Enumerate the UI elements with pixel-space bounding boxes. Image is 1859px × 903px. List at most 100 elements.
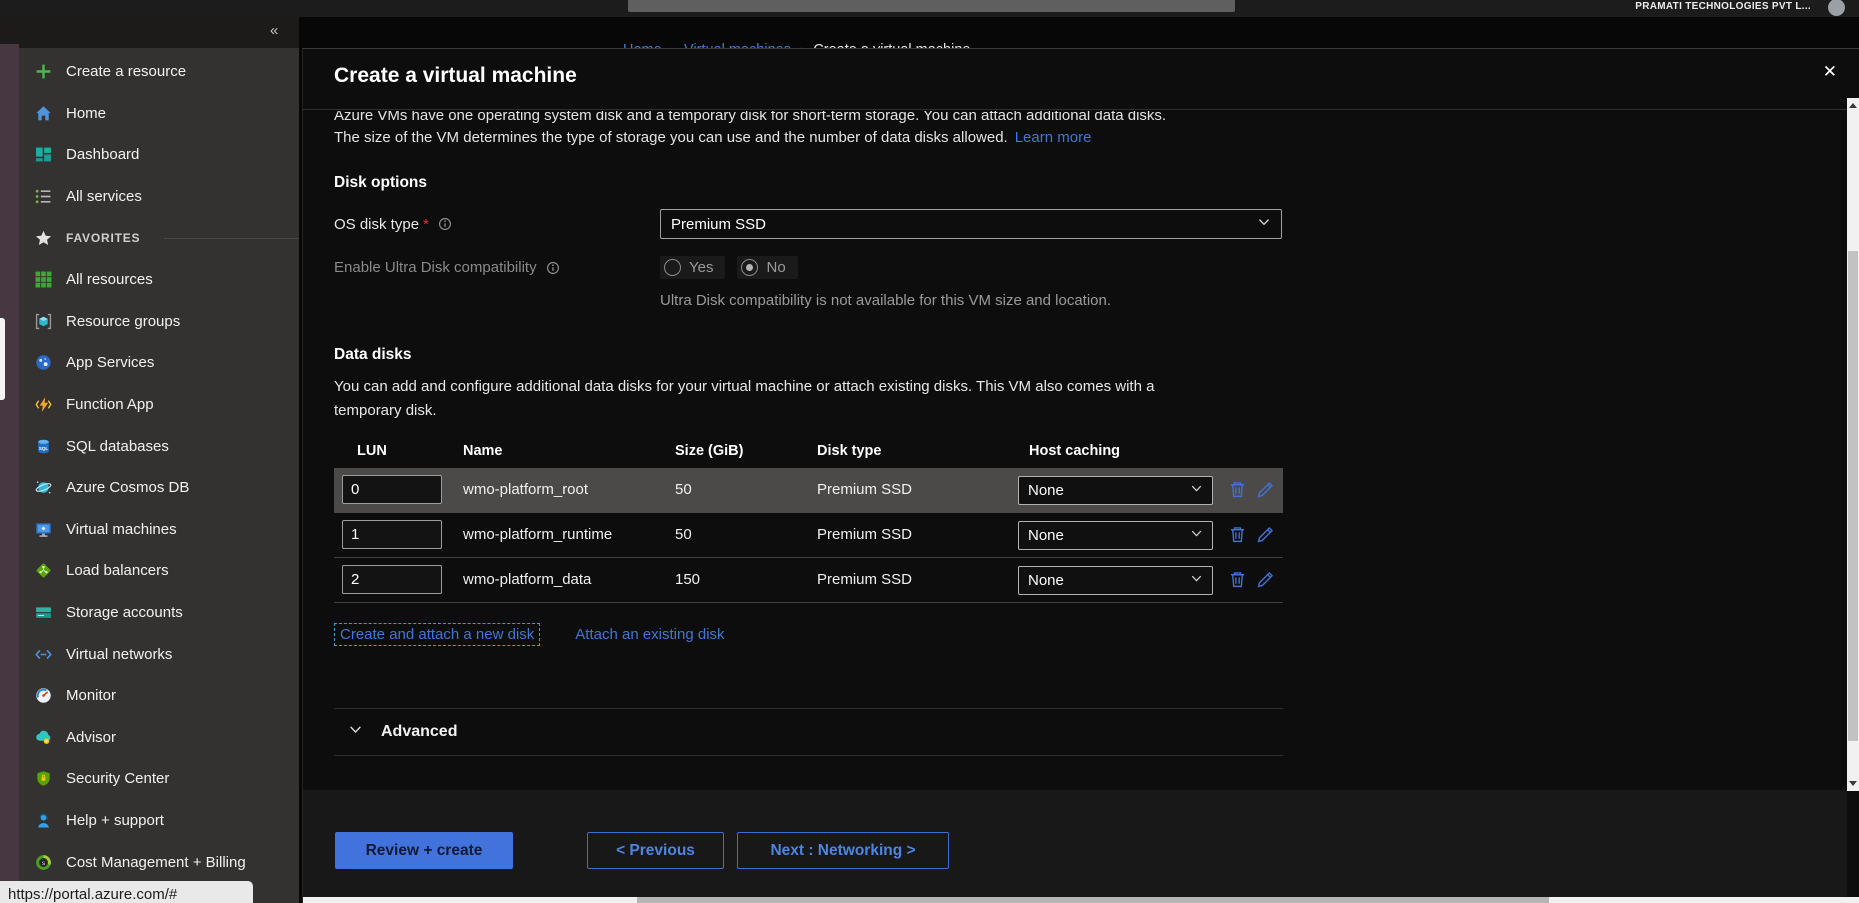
host-caching-dropdown[interactable]: None bbox=[1018, 476, 1213, 505]
scrollbar-thumb[interactable] bbox=[637, 897, 1549, 903]
attach-existing-disk-link[interactable]: Attach an existing disk bbox=[575, 626, 724, 643]
sidebar-item-label: Virtual machines bbox=[66, 521, 177, 538]
horizontal-scrollbar[interactable] bbox=[303, 897, 1859, 903]
panel-title-bar: Create a virtual machine ✕ bbox=[303, 49, 1859, 110]
chevron-down-icon bbox=[1190, 482, 1203, 499]
sidebar: Create a resourceHome Dashboard All servic… bbox=[19, 48, 299, 903]
edit-disk-icon[interactable] bbox=[1256, 570, 1276, 590]
close-icon[interactable]: ✕ bbox=[1823, 62, 1837, 82]
sidebar-item-label: Dashboard bbox=[66, 146, 139, 163]
radio-selected-icon bbox=[741, 259, 758, 276]
col-disk-type: Disk type bbox=[817, 443, 881, 459]
sidebar-item-create-a-resource[interactable]: Create a resource bbox=[19, 51, 299, 93]
sidebar-item-azure-cosmos-db[interactable]: Azure Cosmos DB bbox=[19, 467, 299, 509]
browser-edge-strip bbox=[0, 44, 19, 903]
sidebar-header bbox=[0, 17, 299, 48]
desc-line1: You can add and configure additional dat… bbox=[334, 378, 1154, 395]
host-caching-value: None bbox=[1028, 572, 1064, 589]
delete-disk-icon[interactable] bbox=[1228, 480, 1248, 500]
load-balancer-icon bbox=[34, 562, 52, 580]
table-header: LUN Name Size (GiB) Disk type Host cachi… bbox=[334, 438, 1283, 468]
intro-text: Azure VMs have one operating system disk… bbox=[334, 111, 1847, 148]
edit-disk-icon[interactable] bbox=[1256, 480, 1276, 500]
sidebar-item-function-app[interactable]: Function App bbox=[19, 384, 299, 426]
previous-button[interactable]: < Previous bbox=[587, 832, 724, 869]
sidebar-item-advisor[interactable]: Advisor bbox=[19, 717, 299, 759]
storage-icon bbox=[34, 604, 52, 622]
sidebar-item-label: Load balancers bbox=[66, 562, 169, 579]
sidebar-item-label: Virtual networks bbox=[66, 646, 172, 663]
col-lun: LUN bbox=[357, 443, 387, 459]
edit-disk-icon[interactable] bbox=[1256, 525, 1276, 545]
account-avatar[interactable] bbox=[1828, 0, 1845, 16]
sql-icon: SQL bbox=[34, 437, 52, 455]
data-disks-table: LUN Name Size (GiB) Disk type Host cachi… bbox=[334, 438, 1283, 603]
sidebar-item-home[interactable]: Home bbox=[19, 93, 299, 135]
disk-type: Premium SSD bbox=[817, 571, 912, 588]
sidebar-item-label: Monitor bbox=[66, 687, 116, 704]
disk-links-row: Create and attach a new disk Attach an e… bbox=[334, 623, 1847, 646]
ultra-disk-yes-radio[interactable]: Yes bbox=[660, 256, 725, 279]
sidebar-item-label: Storage accounts bbox=[66, 604, 183, 621]
ultra-yes-label: Yes bbox=[689, 259, 713, 276]
sidebar-item-virtual-machines[interactable]: Virtual machines bbox=[19, 509, 299, 551]
ultra-disk-label-col: Enable Ultra Disk compatibility bbox=[334, 259, 660, 276]
sidebar-collapse-icon[interactable]: « bbox=[270, 22, 278, 39]
sidebar-item-label: Help + support bbox=[66, 812, 164, 829]
ultra-disk-no-radio[interactable]: No bbox=[737, 256, 797, 279]
review-create-button[interactable]: Review + create bbox=[335, 832, 513, 869]
sidebar-item-help-support[interactable]: Help + support bbox=[19, 800, 299, 842]
sidebar-item-dashboard[interactable]: Dashboard bbox=[19, 134, 299, 176]
ultra-disk-radio-group: Yes No bbox=[660, 256, 798, 279]
sidebar-item-security-center[interactable]: Security Center bbox=[19, 758, 299, 800]
global-search-bar[interactable] bbox=[628, 0, 1235, 12]
scroll-up-arrow-icon[interactable] bbox=[1849, 103, 1857, 108]
sidebar-item-all-resources[interactable]: All resources bbox=[19, 259, 299, 301]
sidebar-item-all-services[interactable]: All services bbox=[19, 176, 299, 218]
info-icon[interactable] bbox=[438, 217, 452, 231]
sidebar-item-sql-databases[interactable]: SQLSQL databases bbox=[19, 425, 299, 467]
info-icon[interactable] bbox=[546, 261, 560, 275]
disk-name: wmo-platform_runtime bbox=[463, 526, 612, 543]
cost-icon: s bbox=[34, 853, 52, 871]
dashboard-icon bbox=[34, 146, 52, 164]
disk-name: wmo-platform_root bbox=[463, 481, 588, 498]
lun-input[interactable] bbox=[342, 565, 442, 594]
delete-disk-icon[interactable] bbox=[1228, 525, 1248, 545]
lun-input[interactable] bbox=[342, 520, 442, 549]
sidebar-item-app-services[interactable]: App Services bbox=[19, 342, 299, 384]
advanced-section-toggle[interactable]: Advanced bbox=[334, 708, 1283, 756]
scroll-down-arrow-icon[interactable] bbox=[1849, 781, 1857, 786]
disk-type: Premium SSD bbox=[817, 526, 912, 543]
sidebar-item-monitor[interactable]: Monitor bbox=[19, 675, 299, 717]
host-caching-dropdown[interactable]: None bbox=[1018, 566, 1213, 595]
sidebar-item-label: App Services bbox=[66, 354, 154, 371]
scrollbar-thumb[interactable] bbox=[1848, 251, 1858, 741]
vm-icon bbox=[34, 520, 52, 538]
data-disks-description: You can add and configure additional dat… bbox=[334, 375, 1847, 423]
sidebar-item-virtual-networks[interactable]: Virtual networks bbox=[19, 633, 299, 675]
section-divider bbox=[164, 238, 299, 239]
disk-options-heading: Disk options bbox=[334, 174, 1847, 192]
learn-more-link[interactable]: Learn more bbox=[1015, 129, 1092, 146]
vertical-scrollbar[interactable] bbox=[1847, 98, 1859, 791]
data-disks-heading: Data disks bbox=[334, 346, 1847, 364]
advisor-icon bbox=[34, 728, 52, 746]
disk-size: 50 bbox=[675, 526, 692, 543]
host-caching-value: None bbox=[1028, 482, 1064, 499]
tenant-name: PRAMATI TECHNOLOGIES PVT L... bbox=[1635, 1, 1811, 12]
next-networking-button[interactable]: Next : Networking > bbox=[737, 832, 949, 869]
sidebar-item-label: Security Center bbox=[66, 770, 169, 787]
sidebar-item-resource-groups[interactable]: Resource groups bbox=[19, 301, 299, 343]
os-disk-type-dropdown[interactable]: Premium SSD bbox=[660, 209, 1282, 239]
delete-disk-icon[interactable] bbox=[1228, 570, 1248, 590]
create-attach-new-disk-link[interactable]: Create and attach a new disk bbox=[334, 623, 540, 646]
lun-input[interactable] bbox=[342, 475, 442, 504]
grid-icon bbox=[34, 271, 52, 289]
host-caching-dropdown[interactable]: None bbox=[1018, 521, 1213, 550]
sidebar-item-cost-management-billing[interactable]: s Cost Management + Billing bbox=[19, 841, 299, 883]
sidebar-item-label: Cost Management + Billing bbox=[66, 854, 246, 871]
sidebar-item-storage-accounts[interactable]: Storage accounts bbox=[19, 592, 299, 634]
function-app-icon bbox=[34, 396, 52, 414]
sidebar-item-load-balancers[interactable]: Load balancers bbox=[19, 550, 299, 592]
